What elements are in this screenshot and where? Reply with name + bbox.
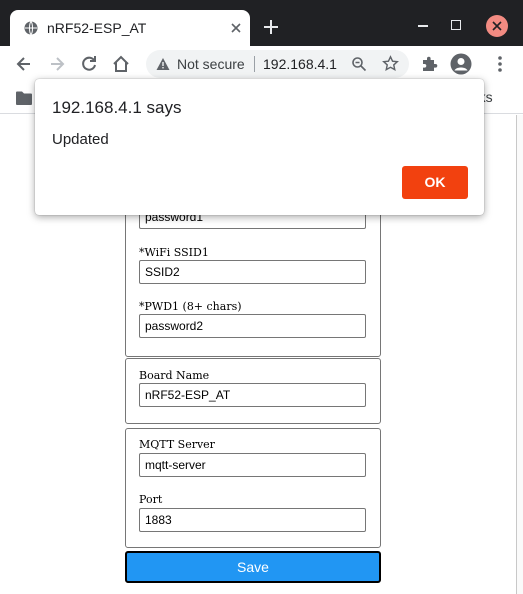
board-name-label: Board Name — [139, 369, 210, 382]
ssid1-label: *WiFi SSID1 — [139, 246, 209, 259]
window-close-button[interactable] — [486, 15, 508, 37]
tab-close-icon[interactable] — [230, 22, 242, 34]
extensions-icon[interactable] — [420, 55, 438, 73]
browser-titlebar: nRF52-ESP_AT — [0, 0, 523, 46]
dialog-message: Updated — [52, 131, 109, 148]
forward-icon[interactable] — [47, 54, 67, 74]
browser-tab[interactable]: nRF52-ESP_AT — [10, 10, 250, 46]
ssid1-input[interactable]: SSID2 — [139, 260, 366, 284]
window-maximize-button[interactable] — [451, 20, 461, 30]
port-label: Port — [139, 493, 163, 506]
menu-icon[interactable] — [490, 54, 510, 74]
pwd1-input[interactable]: password2 — [139, 314, 366, 338]
mqtt-fieldset: MQTT Server mqtt-server Port 1883 — [125, 428, 381, 548]
dialog-title: 192.168.4.1 says — [52, 98, 182, 117]
home-icon[interactable] — [111, 54, 131, 74]
globe-icon — [24, 21, 38, 35]
url-text[interactable]: 192.168.4.1 — [263, 56, 337, 72]
tab-title: nRF52-ESP_AT — [47, 20, 147, 36]
port-input[interactable]: 1883 — [139, 508, 366, 532]
close-icon — [492, 21, 502, 31]
back-icon[interactable] — [14, 54, 34, 74]
url-divider — [254, 56, 255, 72]
address-bar[interactable]: Not secure 192.168.4.1 — [146, 50, 409, 78]
browser-toolbar: Not secure 192.168.4.1 — [0, 46, 523, 82]
star-icon[interactable] — [382, 55, 399, 72]
warning-icon[interactable] — [156, 57, 170, 71]
pwd1-label: *PWD1 (8+ chars) — [139, 300, 242, 313]
mqtt-server-input[interactable]: mqtt-server — [139, 453, 366, 477]
window-minimize-button[interactable] — [418, 25, 428, 27]
ok-button[interactable]: OK — [402, 166, 468, 199]
security-label[interactable]: Not secure — [177, 56, 245, 72]
board-name-input[interactable]: nRF52-ESP_AT — [139, 383, 366, 407]
folder-icon[interactable] — [16, 91, 32, 105]
mqtt-server-label: MQTT Server — [139, 438, 215, 451]
save-button[interactable]: Save — [125, 551, 381, 583]
profile-icon[interactable] — [450, 53, 472, 75]
board-fieldset: Board Name nRF52-ESP_AT — [125, 358, 381, 424]
adjacent-window-edge — [516, 115, 523, 594]
zoom-icon[interactable] — [351, 56, 367, 72]
reload-icon[interactable] — [79, 54, 99, 74]
alert-dialog: 192.168.4.1 says Updated OK — [35, 79, 484, 215]
new-tab-icon[interactable] — [263, 19, 279, 35]
